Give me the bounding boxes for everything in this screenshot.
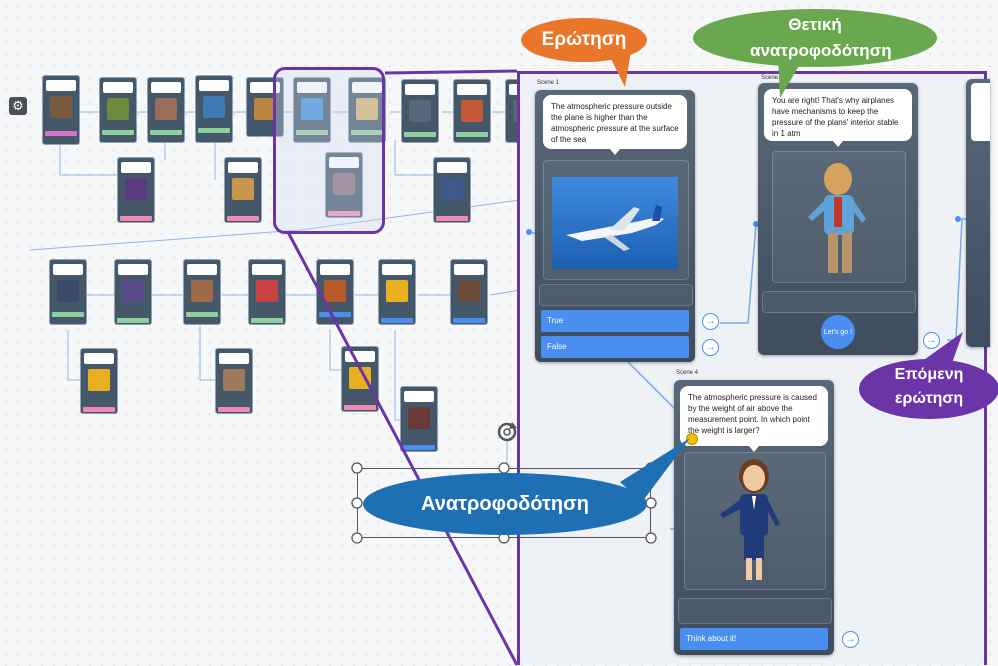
scene3-card-partial[interactable] xyxy=(966,79,990,347)
positive-feedback-callout: Θετική ανατροφοδότηση xyxy=(690,8,940,98)
answer-false-button[interactable]: False xyxy=(541,336,689,358)
next-question-callout: Επόμενη ερώτηση xyxy=(851,332,998,420)
scene1-question-text: The atmospheric pressure outside the pla… xyxy=(551,102,679,144)
scene1-text-frame xyxy=(539,284,693,306)
positive-feedback-label: Θετική ανατροφοδότηση xyxy=(750,15,892,60)
answer-true-button[interactable]: True xyxy=(541,310,689,332)
scene4-text-frame xyxy=(678,598,832,624)
next-arrow-icon[interactable]: → xyxy=(702,339,719,356)
scene1-card[interactable]: The atmospheric pressure outside the pla… xyxy=(535,90,695,362)
lets-go-label: Let's go ! xyxy=(823,328,853,336)
woman-character xyxy=(720,459,780,580)
old-man-character xyxy=(808,163,866,273)
airplane-icon xyxy=(566,205,664,251)
next-question-label: Επόμενη ερώτηση xyxy=(894,366,964,407)
think-about-it-button[interactable]: Think about it! xyxy=(680,628,828,650)
airplane-image xyxy=(552,177,678,269)
scene2-card[interactable]: You are right! That's why airplanes have… xyxy=(758,83,918,355)
next-arrow-icon[interactable]: → xyxy=(842,631,859,648)
feedback-callout-label: Ανατροφοδότηση xyxy=(421,493,589,515)
storyboard-canvas[interactable]: ⚙ Scene 1 The atmospheric pressure outsi… xyxy=(0,0,998,666)
scene4-label: Scene 4 xyxy=(676,370,699,376)
scene4-question-bubble: The atmospheric pressure is caused by th… xyxy=(680,386,828,452)
question-callout: Ερώτηση xyxy=(519,17,649,87)
scene1-question-bubble: The atmospheric pressure outside the pla… xyxy=(543,95,687,155)
lets-go-button[interactable]: Let's go ! xyxy=(821,315,855,349)
next-arrow-icon[interactable]: → xyxy=(702,313,719,330)
scene2-text-frame xyxy=(762,291,916,313)
feedback-callout: Ανατροφοδότηση xyxy=(360,438,700,538)
scene4-question-text: The atmospheric pressure is caused by th… xyxy=(688,393,817,435)
question-callout-label: Ερώτηση xyxy=(541,29,627,50)
